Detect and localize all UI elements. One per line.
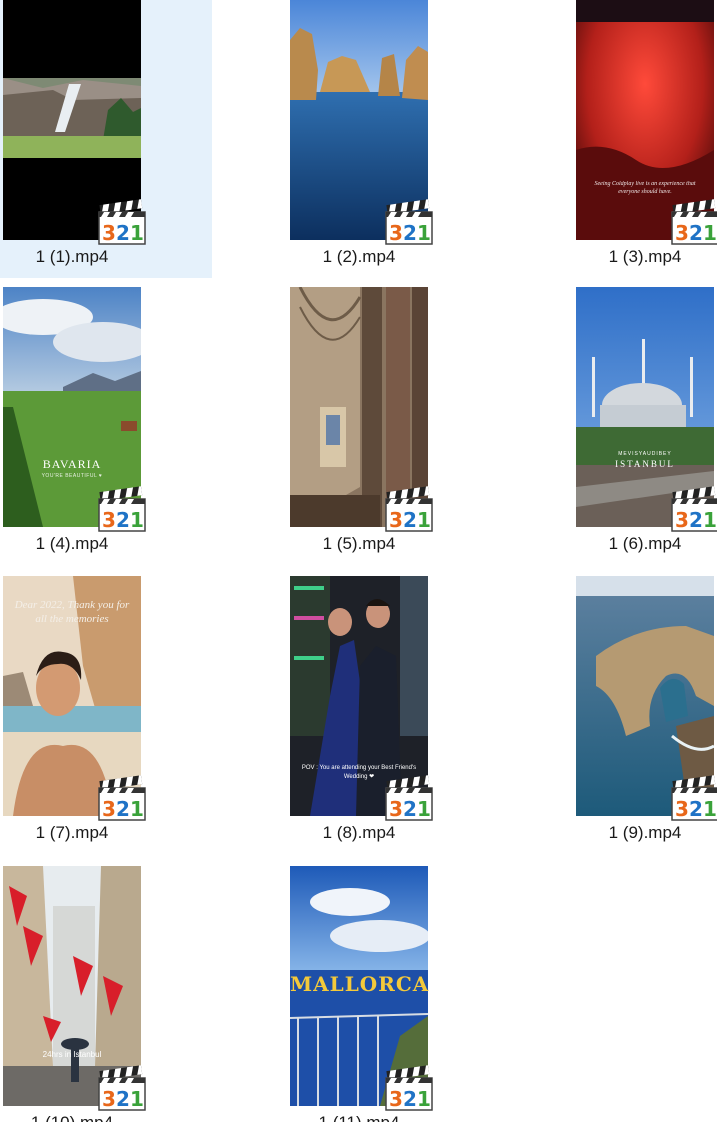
file-name: 1 (9).mp4 — [608, 823, 682, 842]
video-thumbnail: 321 — [290, 0, 433, 245]
file-name: 1 (11).mp4 — [287, 1113, 431, 1122]
svg-text:2: 2 — [689, 508, 703, 532]
svg-text:3: 3 — [389, 797, 403, 821]
media-player-classic-321-icon: 321 — [384, 774, 434, 822]
svg-text:1: 1 — [130, 1087, 144, 1111]
svg-text:3: 3 — [389, 508, 403, 532]
video-subcaption: YOU'RE BEAUTIFUL ♥ — [41, 473, 103, 479]
file-tile-8[interactable]: POV : You are attending your Best Friend… — [287, 576, 499, 854]
video-caption: Seeing Coldplay live is an experience th… — [594, 181, 696, 195]
video-thumbnail: 24hrs in Istanbul 321 — [3, 866, 146, 1111]
file-name: 1 (8).mp4 — [322, 823, 396, 842]
media-player-classic-321-icon: 321 — [670, 774, 717, 822]
media-player-classic-321-icon: 321 — [384, 1064, 434, 1112]
file-grid: 321 1 (1).mp4 321 1 (2).mp4 Seeing Coldp… — [0, 0, 717, 1122]
video-thumbnail: MALLORCA 321 — [289, 866, 433, 1111]
media-player-classic-321-icon: 321 — [97, 774, 147, 822]
svg-text:2: 2 — [403, 221, 417, 245]
svg-text:2: 2 — [116, 797, 130, 821]
svg-text:3: 3 — [675, 508, 689, 532]
media-player-classic-321-icon: 321 — [670, 485, 717, 533]
svg-text:2: 2 — [116, 508, 130, 532]
svg-text:3: 3 — [102, 1087, 116, 1111]
video-caption: MEVISYAUDIBEY — [618, 451, 672, 457]
media-player-classic-321-icon: 321 — [97, 198, 147, 246]
svg-text:2: 2 — [116, 221, 130, 245]
svg-text:2: 2 — [116, 1087, 130, 1111]
video-thumbnail: Dear 2022, Thank you for all the memorie… — [3, 576, 146, 821]
svg-text:2: 2 — [689, 221, 703, 245]
file-name: 1 (7).mp4 — [35, 823, 109, 842]
svg-text:2: 2 — [403, 1087, 417, 1111]
video-thumbnail: MEVISYAUDIBEY ISTANBUL 321 — [576, 287, 717, 532]
media-player-classic-321-icon: 321 — [384, 485, 434, 533]
file-name: 1 (10).mp4 — [0, 1113, 144, 1122]
media-player-classic-321-icon: 321 — [384, 198, 434, 246]
video-thumbnail: BAVARIA YOU'RE BEAUTIFUL ♥ 321 — [0, 287, 153, 532]
svg-text:1: 1 — [417, 221, 431, 245]
svg-text:3: 3 — [389, 1087, 403, 1111]
svg-text:3: 3 — [389, 221, 403, 245]
video-caption: BAVARIA — [42, 457, 102, 471]
svg-text:1: 1 — [703, 221, 717, 245]
svg-text:3: 3 — [675, 221, 689, 245]
file-name: 1 (4).mp4 — [35, 534, 109, 553]
svg-text:1: 1 — [130, 221, 144, 245]
svg-text:3: 3 — [675, 797, 689, 821]
video-subcaption: ISTANBUL — [615, 459, 675, 469]
file-name: 1 (1).mp4 — [35, 247, 109, 266]
svg-text:3: 3 — [102, 508, 116, 532]
media-player-classic-321-icon: 321 — [97, 485, 147, 533]
file-tile-6[interactable]: MEVISYAUDIBEY ISTANBUL 321 1 (6).mp4 — [573, 287, 717, 565]
media-player-classic-321-icon: 321 — [97, 1064, 147, 1112]
file-tile-1[interactable]: 321 1 (1).mp4 — [0, 0, 212, 278]
video-thumbnail: 321 — [576, 576, 717, 821]
svg-text:2: 2 — [689, 797, 703, 821]
svg-text:1: 1 — [417, 508, 431, 532]
video-caption: MALLORCA — [290, 972, 430, 996]
file-tile-7[interactable]: Dear 2022, Thank you for all the memorie… — [0, 576, 212, 854]
svg-text:1: 1 — [130, 797, 144, 821]
video-thumbnail: Seeing Coldplay live is an experience th… — [576, 0, 717, 245]
file-tile-3[interactable]: Seeing Coldplay live is an experience th… — [573, 0, 717, 278]
svg-text:2: 2 — [403, 508, 417, 532]
file-tile-10[interactable]: 24hrs in Istanbul 321 1 (10).mp4 — [0, 866, 212, 1122]
video-thumbnail: 321 — [3, 0, 146, 245]
svg-text:2: 2 — [403, 797, 417, 821]
file-tile-5[interactable]: 321 1 (5).mp4 — [287, 286, 499, 565]
video-thumbnail: POV : You are attending your Best Friend… — [290, 576, 433, 821]
file-name: 1 (3).mp4 — [608, 247, 682, 266]
file-name: 1 (5).mp4 — [322, 534, 396, 553]
video-caption: 24hrs in Istanbul — [42, 1050, 102, 1059]
file-tile-9[interactable]: 321 1 (9).mp4 — [573, 576, 717, 854]
svg-text:1: 1 — [703, 797, 717, 821]
svg-text:1: 1 — [703, 508, 717, 532]
file-tile-4[interactable]: BAVARIA YOU'RE BEAUTIFUL ♥ 321 1 (4).mp4 — [0, 287, 212, 565]
file-name: 1 (6).mp4 — [608, 534, 682, 553]
svg-text:1: 1 — [130, 508, 144, 532]
video-thumbnail: 321 — [290, 286, 433, 532]
svg-text:1: 1 — [417, 1087, 431, 1111]
file-tile-11[interactable]: MALLORCA 321 1 (11).mp4 — [287, 866, 499, 1122]
media-player-classic-321-icon: 321 — [670, 198, 717, 246]
svg-text:3: 3 — [102, 221, 116, 245]
svg-text:1: 1 — [417, 797, 431, 821]
video-caption: Dear 2022, Thank you for all the memorie… — [14, 599, 130, 625]
file-name: 1 (2).mp4 — [322, 247, 396, 266]
file-tile-2[interactable]: 321 1 (2).mp4 — [287, 0, 499, 278]
svg-text:3: 3 — [102, 797, 116, 821]
